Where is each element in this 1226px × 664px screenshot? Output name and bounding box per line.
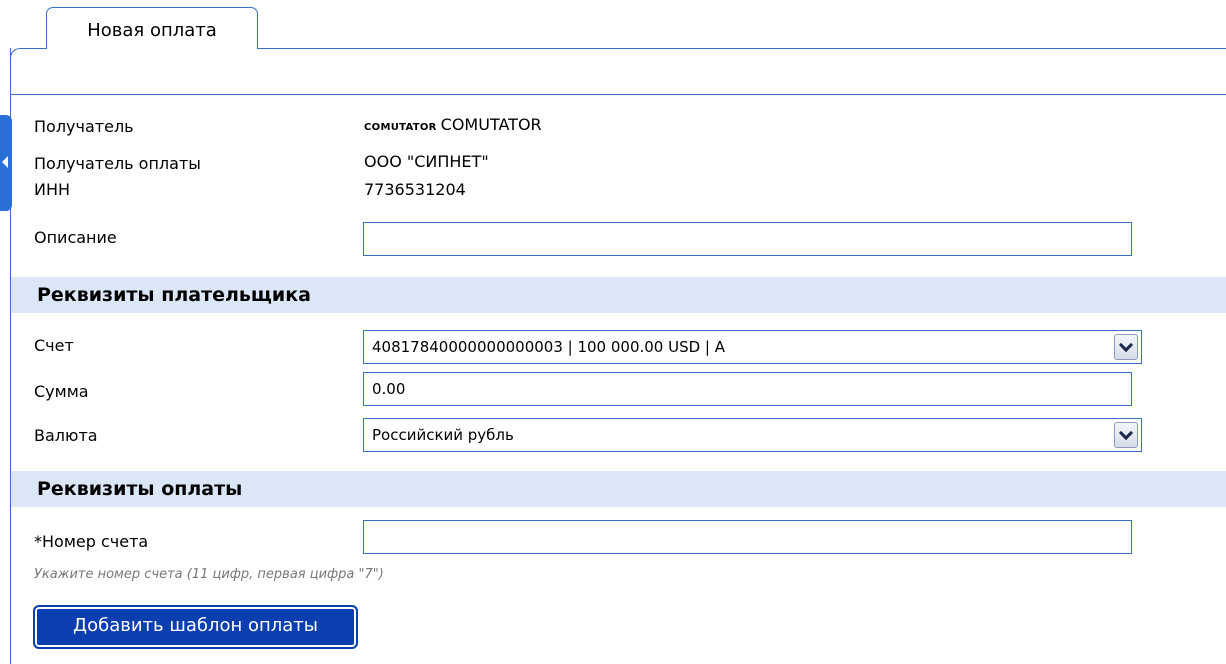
chevron-left-icon [2,156,8,168]
panel-separator [10,94,1226,95]
add-template-button[interactable]: Добавить шаблон оплаты [33,605,358,649]
account-number-input[interactable] [363,520,1132,554]
account-select[interactable]: 40817840000000000003 | 100 000.00 USD | … [363,330,1142,364]
payee-label: Получатель оплаты [34,154,201,173]
account-number-label: *Номер счета [34,532,149,551]
amount-input[interactable] [363,372,1132,406]
inn-value: 7736531204 [364,180,466,199]
recipient-value: COMUTATOR COMUTATOR [364,115,542,134]
tab-new-payment[interactable]: Новая оплата [46,7,258,49]
payer-section-header: Реквизиты плательщика [11,277,1226,313]
currency-select[interactable]: Российский рубль [363,418,1142,452]
recipient-logo: COMUTATOR [364,122,437,133]
currency-label: Валюта [34,426,98,445]
payment-section-title: Реквизиты оплаты [37,478,243,500]
currency-select-value: Российский рубль [372,426,514,444]
chevron-down-icon[interactable] [1114,422,1138,448]
payer-section-title: Реквизиты плательщика [37,284,311,306]
payment-section-header: Реквизиты оплаты [11,471,1226,507]
description-label: Описание [34,228,117,247]
payee-value: ООО "СИПНЕТ" [364,152,489,171]
chevron-down-icon[interactable] [1114,334,1138,360]
inn-label: ИНН [34,180,71,199]
tab-new-payment-label: Новая оплата [87,20,217,41]
recipient-label: Получатель [34,117,134,136]
account-label: Счет [34,336,74,355]
account-select-value: 40817840000000000003 | 100 000.00 USD | … [372,338,726,356]
sidebar-collapse-handle[interactable] [0,115,12,211]
account-number-hint: Укажите номер счета (11 цифр, первая циф… [34,567,384,582]
recipient-name: COMUTATOR [440,115,542,134]
description-input[interactable] [363,222,1132,256]
amount-label: Сумма [34,382,89,401]
